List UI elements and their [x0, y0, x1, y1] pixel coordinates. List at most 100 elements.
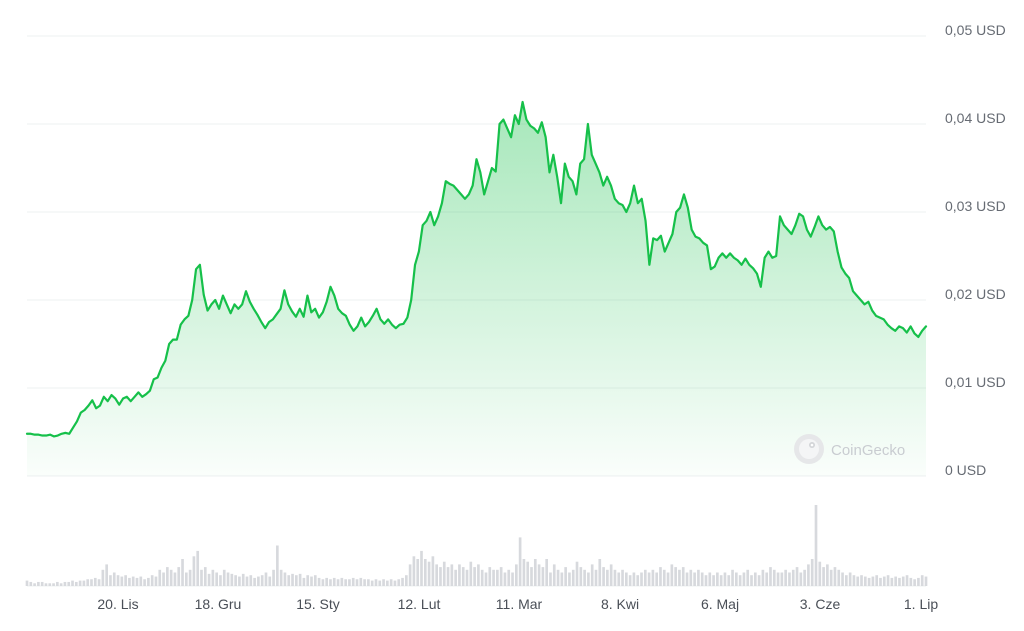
- volume-bar: [71, 580, 74, 586]
- volume-bar: [431, 556, 435, 586]
- volume-bar: [598, 559, 602, 586]
- volume-bar: [234, 575, 237, 586]
- volume-bar: [769, 567, 772, 586]
- volume-bar: [348, 579, 351, 586]
- volume-bar: [203, 567, 207, 586]
- volume-bar: [336, 579, 340, 586]
- volume-bar: [924, 576, 928, 586]
- volume-bar: [818, 561, 822, 586]
- volume-bar: [397, 579, 401, 586]
- volume-bar: [807, 564, 810, 586]
- volume-bar: [905, 575, 909, 586]
- volume-bar: [511, 572, 514, 586]
- volume-bar: [913, 579, 916, 586]
- volume-bar: [716, 572, 719, 586]
- volume-bar: [363, 579, 366, 586]
- volume-bar: [549, 572, 552, 586]
- x-tick-label: 1. Lip: [904, 596, 938, 612]
- volume-bar: [279, 569, 283, 586]
- volume-bar: [211, 569, 215, 586]
- volume-bar: [321, 579, 325, 586]
- volume-bar: [238, 576, 241, 586]
- volume-bar: [556, 569, 560, 586]
- volume-bar: [283, 572, 287, 586]
- volume-bar: [822, 567, 825, 586]
- volume-bar: [477, 564, 480, 586]
- volume-bar: [799, 572, 803, 586]
- volume-bar: [496, 569, 499, 586]
- volume-bar: [344, 579, 347, 586]
- volume-bar: [488, 567, 492, 586]
- volume-bar: [389, 579, 393, 586]
- volume-bar: [33, 583, 36, 586]
- volume-bar: [93, 577, 97, 586]
- y-tick-label: 0,01 USD: [945, 374, 1006, 390]
- volume-bar: [59, 583, 63, 586]
- volume-bar: [245, 576, 249, 586]
- volume-bar: [666, 572, 670, 586]
- volume-bar: [860, 575, 863, 586]
- volume-bar: [416, 559, 420, 586]
- volume-bar: [738, 575, 742, 586]
- volume-bar: [552, 564, 556, 586]
- volume-bar: [920, 575, 924, 586]
- y-tick-label: 0,05 USD: [945, 22, 1006, 38]
- volume-bar: [97, 579, 101, 586]
- volume-bar: [848, 572, 852, 586]
- volume-bar: [537, 564, 541, 586]
- volume-bar: [723, 572, 727, 586]
- volume-bar: [465, 569, 469, 586]
- volume-bar: [370, 580, 374, 586]
- volume-bar: [917, 577, 920, 586]
- volume-bar: [446, 567, 450, 586]
- volume-bar: [44, 583, 48, 586]
- volume-bar: [837, 569, 841, 586]
- volume-bar: [480, 569, 484, 586]
- volume-bar: [647, 572, 651, 586]
- volume-bar: [78, 580, 82, 586]
- volume-bar: [302, 577, 306, 586]
- volume-bar: [659, 567, 662, 586]
- volume-bar: [166, 567, 169, 586]
- volume-bar: [621, 569, 624, 586]
- volume-bar: [52, 583, 55, 586]
- volume-bar: [188, 569, 192, 586]
- volume-bar: [215, 572, 218, 586]
- volume-bar: [386, 580, 389, 586]
- volume-bar: [765, 572, 769, 586]
- volume-bar: [526, 561, 530, 586]
- volume-bar: [116, 575, 120, 586]
- volume-bar: [317, 577, 321, 586]
- volume-bar: [867, 577, 871, 586]
- volume-bar: [207, 573, 211, 586]
- volume-bar: [128, 577, 131, 586]
- volume-bar: [780, 572, 784, 586]
- y-tick-label: 0 USD: [945, 462, 986, 478]
- volume-bar: [776, 572, 780, 586]
- volume-bar: [700, 572, 704, 586]
- volume-bar: [628, 575, 632, 586]
- volume-bar: [120, 576, 124, 586]
- volume-bar: [401, 577, 404, 586]
- volume-bar: [264, 572, 268, 586]
- volume-bar: [173, 572, 177, 586]
- volume-bar: [423, 559, 427, 586]
- volume-bar: [829, 569, 833, 586]
- volume-bar: [750, 575, 753, 586]
- volume-bar: [545, 559, 549, 586]
- volume-bar: [484, 572, 488, 586]
- volume-bar: [632, 572, 636, 586]
- volume-bar: [82, 580, 86, 586]
- volume-bar: [640, 572, 643, 586]
- x-tick-label: 3. Cze: [800, 596, 841, 612]
- volume-bar: [708, 572, 712, 586]
- volume-bar: [257, 576, 260, 586]
- volume-bar: [693, 572, 696, 586]
- volume-bar: [795, 567, 799, 586]
- volume-bar: [625, 572, 628, 586]
- volume-bar: [791, 569, 795, 586]
- volume-bar: [662, 569, 666, 586]
- volume-bar: [450, 564, 454, 586]
- volume-bar: [200, 569, 203, 586]
- volume-bar: [670, 564, 674, 586]
